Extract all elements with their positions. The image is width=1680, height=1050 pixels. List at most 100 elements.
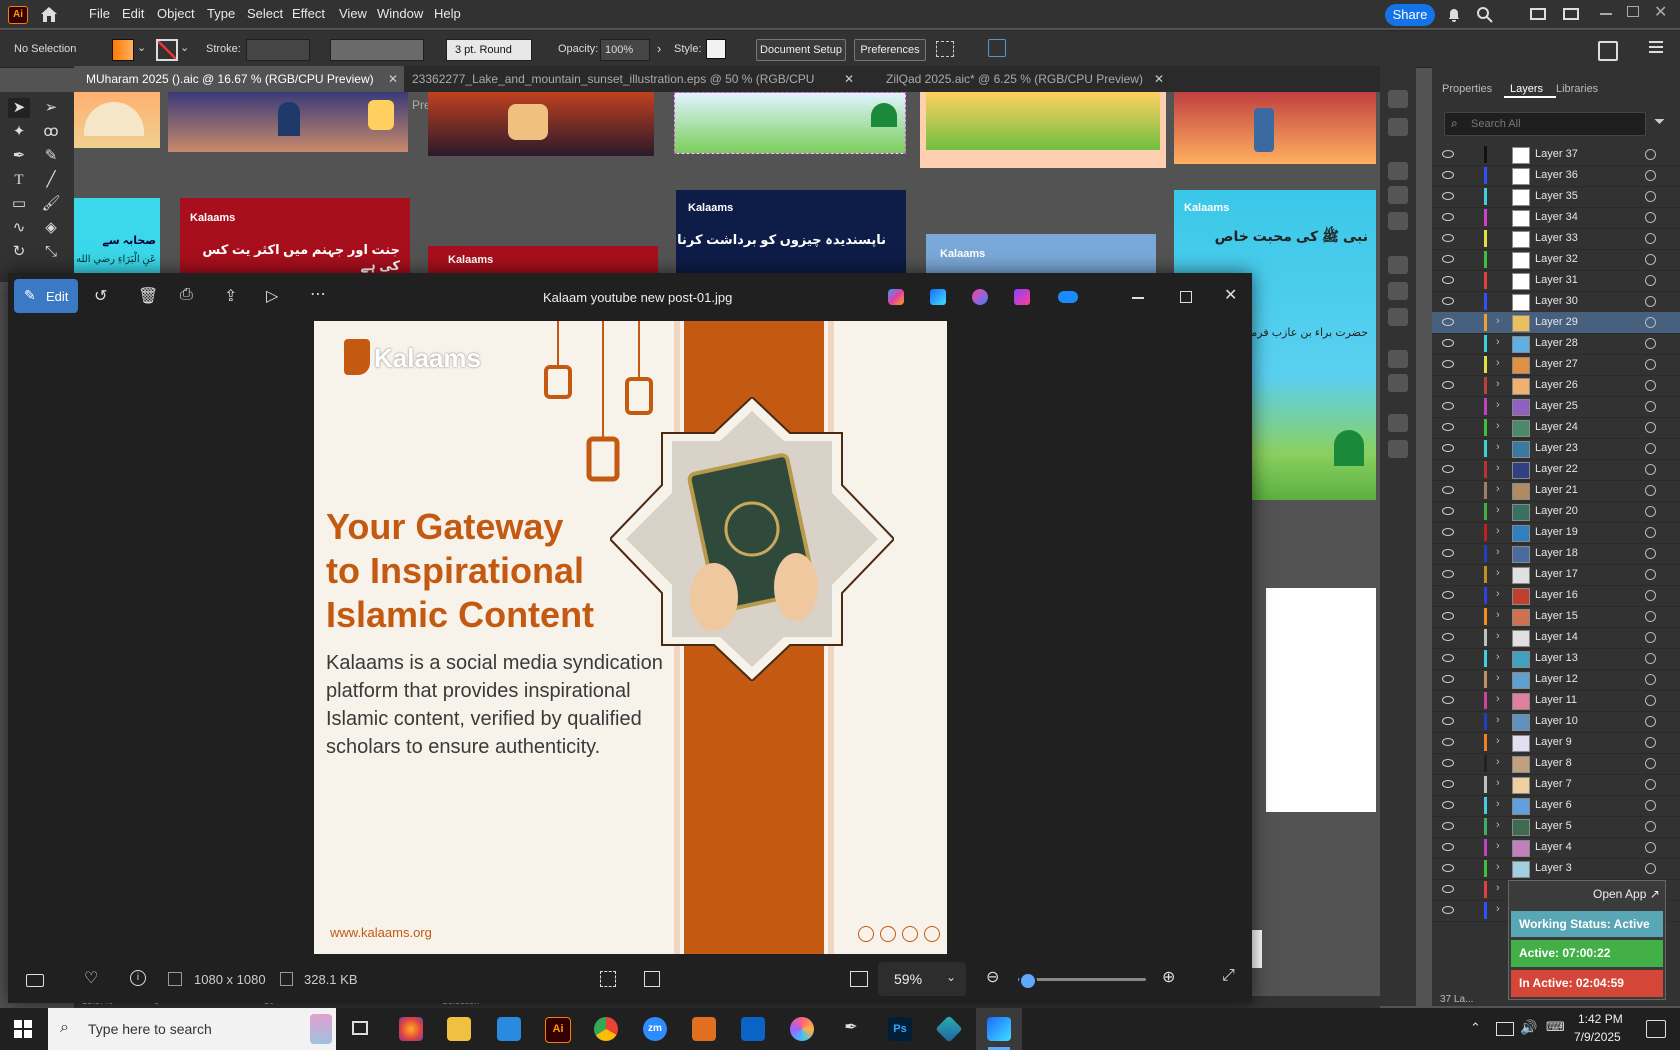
clock-time[interactable]: 1:42 PM [1578,1012,1623,1026]
recolor-icon[interactable] [988,39,1006,57]
tab-properties[interactable]: Properties [1442,83,1492,95]
rotate-tool-icon[interactable]: ↻ [8,242,30,262]
chevron-right-icon[interactable]: › [1496,546,1500,558]
target-circle-icon[interactable] [1645,485,1656,496]
target-circle-icon[interactable] [1645,779,1656,790]
task-view-icon[interactable] [352,1021,368,1035]
chevron-right-icon[interactable]: › [1496,399,1500,411]
layers-search-input[interactable]: ⌕ Search All [1444,112,1646,136]
clipchamp-icon[interactable] [1014,289,1030,305]
document-setup-button[interactable]: Document Setup [756,39,846,61]
target-circle-icon[interactable] [1645,632,1656,643]
visibility-eye-icon[interactable] [1442,171,1454,179]
visual-search-icon[interactable] [600,971,616,987]
libraries-dock-icon[interactable] [1388,162,1408,180]
visibility-eye-icon[interactable] [1442,906,1454,914]
align-icon[interactable] [936,41,954,57]
artboard-blank[interactable] [1266,588,1376,812]
layer-row[interactable]: Layer 34 [1432,207,1680,229]
visibility-eye-icon[interactable] [1442,591,1454,599]
brush-definition[interactable]: 3 pt. Round [446,39,532,61]
tab-muharam[interactable]: MUharam 2025 ().aic @ 16.67 % (RGB/CPU P… [74,66,404,92]
stroke-dropdown-chevron-icon[interactable]: ⌄ [180,41,189,54]
target-circle-icon[interactable] [1645,464,1656,475]
layer-row[interactable]: › Layer 23 [1432,438,1680,460]
share-icon[interactable]: ⇪ [224,286,237,306]
visibility-eye-icon[interactable] [1442,150,1454,158]
target-circle-icon[interactable] [1645,296,1656,307]
target-circle-icon[interactable] [1645,611,1656,622]
pen-app-icon[interactable]: ✒ [839,1017,863,1041]
paintbrush-tool-icon[interactable]: 🖌 [40,194,62,214]
target-circle-icon[interactable] [1645,674,1656,685]
target-circle-icon[interactable] [1645,695,1656,706]
chevron-right-icon[interactable]: › [1496,462,1500,474]
target-circle-icon[interactable] [1645,359,1656,370]
visibility-eye-icon[interactable] [1442,801,1454,809]
designer-icon[interactable] [972,289,988,305]
artboard-thumbnail[interactable]: Kalaams [428,246,658,274]
symbols-dock-icon[interactable] [1388,212,1408,230]
zoom-out-icon[interactable]: ⊖ [986,967,999,987]
direct-selection-tool-icon[interactable]: ➢ [40,98,62,118]
artboards-dock-icon[interactable] [1388,440,1408,458]
artboard-thumbnail[interactable] [674,92,906,154]
chevron-right-icon[interactable]: › [1496,861,1500,873]
target-circle-icon[interactable] [1645,758,1656,769]
artboard-thumbnail[interactable] [168,92,408,152]
rectangle-tool-icon[interactable]: ▭ [8,194,30,214]
restore-icon[interactable] [1627,6,1639,17]
graphic-styles-dock-icon[interactable] [1388,374,1408,392]
actual-size-icon[interactable] [850,971,868,987]
visibility-eye-icon[interactable] [1442,528,1454,536]
chevron-right-icon[interactable]: › [1496,735,1500,747]
workspace-icon[interactable] [1563,8,1579,20]
open-app-link[interactable]: Open App ↗ [1593,887,1660,901]
target-circle-icon[interactable] [1645,233,1656,244]
tab-libraries[interactable]: Libraries [1556,83,1598,95]
menu-window[interactable]: Window [377,6,423,21]
target-circle-icon[interactable] [1645,443,1656,454]
properties-dock-icon[interactable] [1388,90,1408,108]
layer-row[interactable]: › Layer 29 [1432,312,1680,334]
layer-row[interactable]: Layer 37 [1432,144,1680,166]
illustrator-taskbar-icon[interactable]: Ai [545,1017,571,1043]
chevron-right-icon[interactable]: › [1496,840,1500,852]
artboard-thumbnail[interactable] [1174,92,1376,164]
delete-icon[interactable]: 🗑 [138,286,158,306]
chevron-right-icon[interactable]: › [1496,567,1500,579]
chevron-right-icon[interactable]: › [1496,672,1500,684]
target-circle-icon[interactable] [1645,380,1656,391]
transparency-dock-icon[interactable] [1388,308,1408,326]
chevron-right-icon[interactable]: › [1496,420,1500,432]
visibility-eye-icon[interactable] [1442,276,1454,284]
layer-row[interactable]: › Layer 8 [1432,753,1680,775]
chevron-right-icon[interactable]: › [1496,441,1500,453]
target-circle-icon[interactable] [1645,401,1656,412]
eraser-tool-icon[interactable]: ◈ [40,218,62,238]
visibility-eye-icon[interactable] [1442,549,1454,557]
target-circle-icon[interactable] [1645,548,1656,559]
layer-row[interactable]: › Layer 11 [1432,690,1680,712]
text-extract-icon[interactable] [644,971,660,987]
chevron-right-icon[interactable]: › [1496,798,1500,810]
chevron-right-icon[interactable]: › [1496,903,1500,915]
tab-layers[interactable]: Layers [1510,83,1543,95]
viewer-maximize-icon[interactable] [1180,291,1192,303]
layer-row[interactable]: › Layer 19 [1432,522,1680,544]
firefox-icon[interactable] [399,1017,423,1041]
close-tab-icon[interactable]: ✕ [844,72,854,86]
chevron-right-icon[interactable]: › [1496,777,1500,789]
artboard-thumbnail[interactable]: Kalaams [926,234,1156,274]
bell-icon[interactable] [1446,7,1462,23]
copilot-icon[interactable] [888,289,904,305]
menu-effect[interactable]: Effect [292,6,325,21]
photos-app-icon[interactable] [930,289,946,305]
layer-row[interactable]: › Layer 14 [1432,627,1680,649]
viewer-close-icon[interactable]: ✕ [1224,285,1237,305]
chevron-right-icon[interactable]: › [1496,756,1500,768]
info-icon[interactable]: i [130,970,146,986]
visibility-eye-icon[interactable] [1442,822,1454,830]
visibility-eye-icon[interactable] [1442,570,1454,578]
photoshop-icon[interactable]: Ps [888,1017,912,1041]
